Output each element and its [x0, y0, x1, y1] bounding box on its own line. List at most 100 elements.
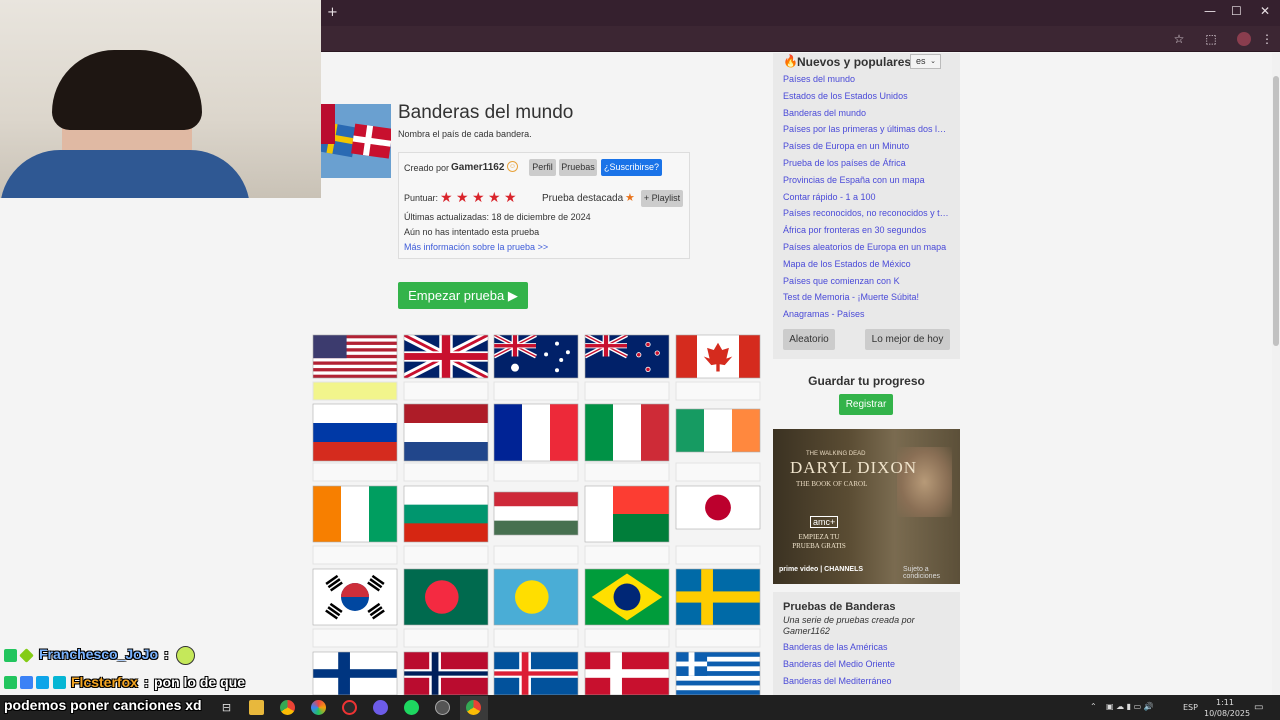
popular-quiz-link[interactable]: Mapa de los Estados de México [783, 259, 951, 269]
file-explorer-icon[interactable] [249, 700, 264, 715]
notifications-icon[interactable]: ▭ [1254, 702, 1263, 713]
flag-ireland [675, 408, 761, 453]
fire-icon: 🔥 [783, 54, 798, 68]
popular-quiz-link[interactable]: Estados de los Estados Unidos [783, 91, 951, 101]
flag-norway [403, 651, 489, 696]
answer-slot[interactable] [312, 381, 398, 401]
answer-slot[interactable] [675, 381, 761, 401]
chat-badge-icon [36, 676, 49, 689]
popular-quiz-link[interactable]: Países de Europa en un Minuto [783, 141, 951, 151]
flag-usa [312, 334, 398, 379]
language-indicator[interactable]: ESP [1183, 703, 1198, 712]
answer-slot[interactable] [312, 462, 398, 482]
answer-slot[interactable] [403, 462, 489, 482]
language-value: es [916, 56, 926, 66]
chat-separator: : [164, 646, 169, 662]
flag-bulgaria [403, 485, 489, 543]
flag-bangladesh [403, 568, 489, 626]
flag-russia [312, 403, 398, 462]
popular-quiz-link[interactable]: Test de Memoria - ¡Muerte Súbita! [783, 292, 951, 302]
emote-icon [176, 646, 195, 665]
popular-header: Nuevos y populares [797, 55, 912, 69]
chat-badge-icon [4, 649, 17, 662]
chrome-icon[interactable] [466, 700, 481, 715]
popular-quiz-link[interactable]: Prueba de los países de África [783, 158, 951, 168]
answer-slot[interactable] [312, 628, 398, 648]
clock-date[interactable]: 10/08/2025 [1204, 709, 1250, 718]
series-link[interactable]: Banderas del Mediterráneo [783, 676, 951, 686]
popular-quiz-link[interactable]: Países que comienzan con K [783, 276, 951, 286]
flag-france [493, 403, 579, 462]
chat-username: Franchesco_JoJo [39, 646, 159, 662]
webcam-overlay [0, 0, 321, 198]
popular-quiz-link[interactable]: Países del mundo [783, 74, 951, 84]
chat-badge-icon [20, 676, 33, 689]
language-select[interactable]: es ⌄ [910, 54, 941, 69]
flag-denmark [584, 651, 670, 696]
series-link[interactable]: Banderas de las Américas [783, 642, 951, 652]
popular-quiz-link[interactable]: Contar rápido - 1 a 100 [783, 192, 951, 202]
popular-quiz-link[interactable]: Banderas del mundo [783, 108, 951, 118]
series-link[interactable]: Banderas del Medio Oriente [783, 659, 951, 669]
popular-quiz-link[interactable]: Países aleatorios de Europa en un mapa [783, 242, 951, 252]
answer-slot[interactable] [675, 545, 761, 565]
chat-badge-icon [53, 676, 66, 689]
answer-slot[interactable] [675, 462, 761, 482]
flag-ivory-coast [312, 485, 398, 543]
ad-cta: EMPIEZA TU PRUEBA GRATIS [792, 533, 846, 550]
answer-slot[interactable] [584, 628, 670, 648]
popular-quiz-link[interactable]: Provincias de España con un mapa [783, 175, 951, 185]
flag-south-korea [312, 568, 398, 626]
chat-message: podemos poner canciones xd [4, 697, 202, 713]
random-button[interactable]: Aleatorio [783, 329, 835, 350]
answer-slot[interactable] [312, 545, 398, 565]
chat-username: Flcsterfox [71, 674, 138, 690]
answer-slot[interactable] [403, 545, 489, 565]
ad-show: THE WALKING DEAD [806, 451, 866, 457]
register-button[interactable]: Registrar [839, 394, 893, 415]
spotify-icon[interactable] [404, 700, 419, 715]
tray-icons[interactable]: ▣ ☁ ▮ ▭ 🔊 [1106, 702, 1154, 711]
flag-new-zealand [584, 334, 670, 379]
obs-icon[interactable] [342, 700, 357, 715]
answer-slot[interactable] [493, 628, 579, 648]
clock-time[interactable]: 1:11 [1216, 698, 1234, 707]
series-title: Pruebas de Banderas [783, 601, 896, 613]
app-icon[interactable] [311, 700, 326, 715]
task-view-icon[interactable]: ⊟ [219, 700, 234, 715]
popular-quiz-link[interactable]: Anagramas - Países [783, 309, 951, 319]
best-today-button[interactable]: Lo mejor de hoy [865, 329, 950, 350]
answer-slot[interactable] [675, 628, 761, 648]
flag-finland [312, 651, 398, 696]
streamer-shirt [0, 150, 250, 198]
app-icon[interactable] [435, 700, 450, 715]
flag-australia [493, 334, 579, 379]
app-icon[interactable] [373, 700, 388, 715]
answer-slot[interactable] [584, 462, 670, 482]
popular-quiz-link[interactable]: África por fronteras en 30 segundos [783, 225, 951, 235]
flag-palau [493, 568, 579, 626]
chrome-icon[interactable] [280, 700, 295, 715]
ad-platform: prime video | CHANNELS [779, 566, 864, 573]
answer-slot[interactable] [493, 545, 579, 565]
answer-slot[interactable] [493, 462, 579, 482]
series-description: Una serie de pruebas creada por Gamer116… [783, 615, 915, 636]
ad-title: DARYL DIXON [790, 458, 918, 477]
popular-quiz-link[interactable]: Países reconocidos, no reconocidos y te… [783, 208, 951, 218]
ad-subtitle: THE BOOK OF CAROL [796, 480, 868, 488]
answer-slot[interactable] [493, 381, 579, 401]
ad-network-logo: amc+ [810, 516, 839, 528]
streamer-hair [52, 50, 202, 130]
answer-slot[interactable] [403, 381, 489, 401]
answer-slot[interactable] [584, 545, 670, 565]
advertisement-banner[interactable]: THE WALKING DEAD DARYL DIXON THE BOOK OF… [773, 429, 960, 584]
answer-slot[interactable] [584, 381, 670, 401]
answer-slot[interactable] [403, 628, 489, 648]
popular-quiz-link[interactable]: Países por las primeras y últimas dos le… [783, 124, 951, 134]
flag-japan [675, 485, 761, 530]
chat-message: pon lo de que [154, 674, 245, 690]
chat-separator: : [144, 674, 149, 690]
tray-chevron-icon[interactable]: ⌃ [1090, 702, 1097, 711]
flag-sweden [675, 568, 761, 626]
ad-terms: Sujeto a condiciones [903, 566, 940, 580]
